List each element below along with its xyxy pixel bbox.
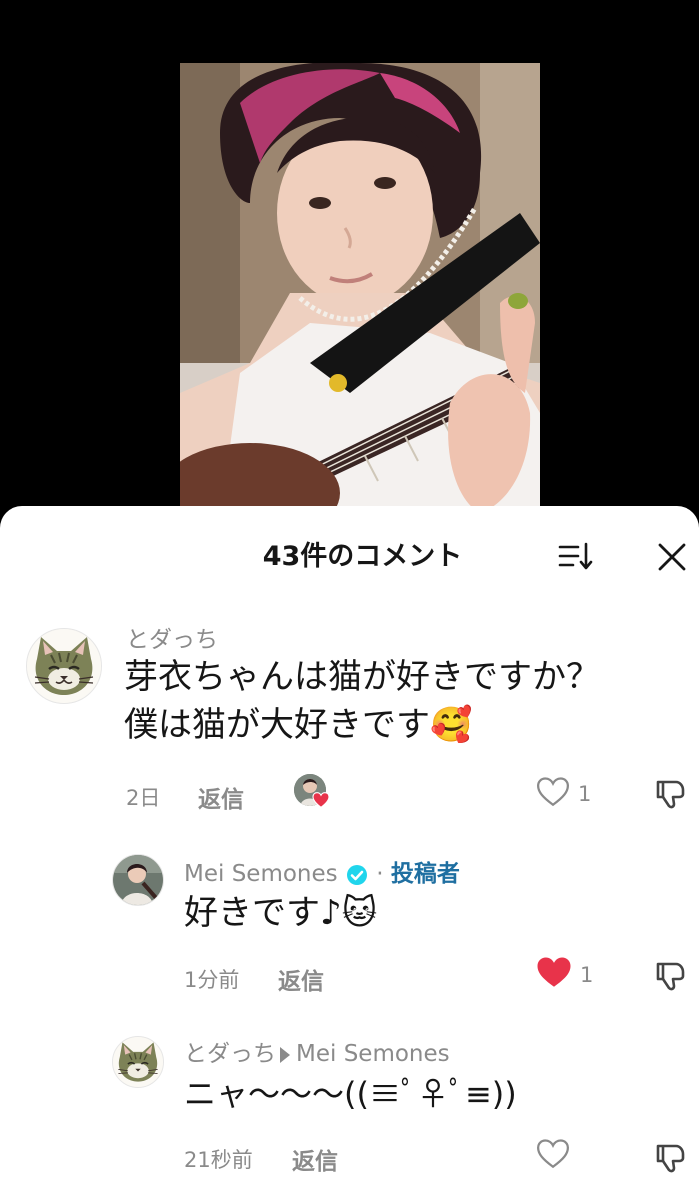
creator-liked-badge bbox=[294, 774, 330, 810]
heart-outline-icon bbox=[536, 1139, 570, 1169]
reply-arrow-icon bbox=[280, 1046, 290, 1063]
like-count: 1 bbox=[580, 963, 594, 987]
comment-username[interactable]: とダっち bbox=[126, 620, 218, 654]
reply-button[interactable]: 返信 bbox=[278, 962, 324, 996]
avatar[interactable] bbox=[112, 1036, 164, 1088]
like-count: 1 bbox=[578, 782, 592, 806]
cat-avatar-icon bbox=[113, 1037, 163, 1087]
creator-label: 投稿者 bbox=[390, 861, 460, 887]
sort-icon[interactable] bbox=[556, 536, 596, 576]
avatar[interactable] bbox=[112, 854, 164, 906]
comment-text: 芽衣ちゃんは猫が好きですか？ 僕は猫が大好きです🥰 bbox=[124, 654, 600, 749]
comment-time: 2日 bbox=[126, 786, 161, 810]
avatar[interactable] bbox=[26, 628, 102, 704]
video-frame[interactable] bbox=[180, 63, 540, 520]
comment-time: 21秒前 bbox=[184, 1148, 253, 1172]
cat-avatar-icon bbox=[27, 629, 101, 703]
reply-to-username[interactable]: Mei Semones bbox=[296, 1041, 450, 1067]
reply-author[interactable]: とダっち bbox=[184, 1041, 276, 1067]
comment-sheet: 43件のコメント とダっち 芽衣ちゃんは猫が好きですか？ 僕は猫が大好きです🥰 … bbox=[0, 506, 699, 1200]
creator-avatar-icon bbox=[113, 855, 163, 905]
separator-dot: · bbox=[376, 861, 384, 887]
dislike-icon[interactable] bbox=[652, 774, 690, 812]
creator-username[interactable]: Mei Semones bbox=[184, 861, 338, 887]
comment-sheet-header: 43件のコメント bbox=[0, 506, 699, 602]
like-button[interactable] bbox=[536, 1138, 576, 1174]
comment-time: 1分前 bbox=[184, 968, 240, 992]
comment-username: とダっち Mei Semones bbox=[184, 1034, 450, 1068]
video-player[interactable] bbox=[0, 0, 699, 520]
comment-text-line: 芽衣ちゃんは猫が好きですか？ bbox=[124, 657, 600, 697]
comment-text-line: 僕は猫が大好きです🥰 bbox=[124, 704, 473, 745]
reply-button[interactable]: 返信 bbox=[198, 780, 244, 814]
comment-username: Mei Semones · 投稿者 bbox=[184, 854, 460, 888]
like-button[interactable]: 1 bbox=[536, 956, 596, 992]
comment-text: 好きです♪🐱 bbox=[184, 893, 378, 933]
reply-comment-item: Mei Semones · 投稿者 好きです♪🐱 1分前 返信 1 bbox=[0, 842, 699, 1002]
close-icon[interactable] bbox=[652, 536, 692, 576]
verified-badge-icon bbox=[346, 864, 367, 885]
dislike-icon[interactable] bbox=[652, 956, 690, 994]
reply-comment-item: とダっち Mei Semones ニャ〜〜〜((≡ﾟ♀ﾟ≡)) 21秒前 返信 bbox=[0, 1022, 699, 1192]
dislike-icon[interactable] bbox=[652, 1138, 690, 1176]
like-button[interactable]: 1 bbox=[536, 776, 596, 812]
video-thumbnail bbox=[180, 63, 540, 520]
small-heart-icon bbox=[312, 792, 330, 808]
reply-button[interactable]: 返信 bbox=[292, 1142, 338, 1176]
comment-item: とダっち 芽衣ちゃんは猫が好きですか？ 僕は猫が大好きです🥰 2日 返信 1 bbox=[0, 612, 699, 814]
comment-text: ニャ〜〜〜((≡ﾟ♀ﾟ≡)) bbox=[184, 1075, 517, 1113]
heart-filled-icon bbox=[537, 957, 571, 987]
heart-outline-icon bbox=[536, 777, 570, 807]
